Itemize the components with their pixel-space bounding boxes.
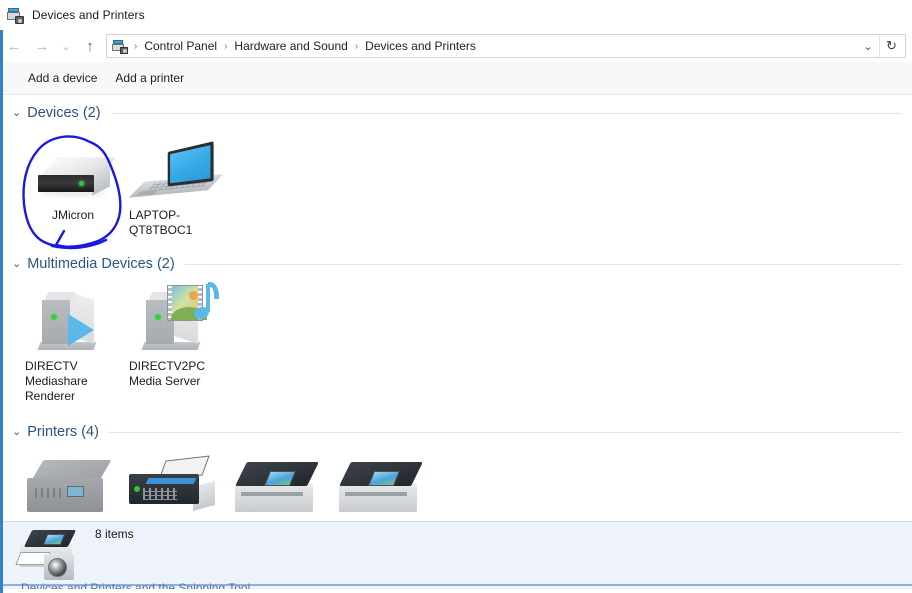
laptop-icon [128, 131, 224, 205]
chevron-down-icon[interactable]: ⌄ [12, 426, 21, 438]
multimedia-tile-row: DIRECTV Mediashare Renderer DIRECTV2PC M… [3, 276, 912, 404]
command-toolbar: Add a device Add a printer [3, 62, 912, 95]
back-button[interactable]: ← [0, 32, 28, 60]
music-note-icon [192, 282, 219, 322]
recent-locations-button[interactable]: ⌄ [56, 32, 76, 60]
status-bar: 8 items Devices and Printers and the Sni… [3, 521, 912, 589]
printer-tile-4[interactable] [333, 452, 437, 512]
printers-tile-row [3, 452, 912, 512]
group-header-multimedia-devices[interactable]: ⌄ Multimedia Devices (2) [3, 252, 912, 276]
play-triangle-icon [68, 314, 94, 346]
multifunction-printer-grey-icon [27, 460, 112, 512]
devices-and-printers-window: Devices and Printers ← → ⌄ ↑ › Control P… [0, 0, 912, 593]
copier-printer-icon [339, 462, 423, 512]
chevron-down-icon[interactable]: ⌄ [857, 35, 879, 57]
printer-tile-2[interactable] [125, 452, 229, 512]
device-list-content: ⌄ Devices (2) JMicron LAPTOP-QT8TBOC1 ⌄ … [3, 95, 912, 521]
chevron-down-icon[interactable]: ⌄ [12, 258, 21, 270]
fax-printer-dark-icon [129, 455, 217, 512]
media-server-icon [134, 282, 220, 356]
group-title-printers: Printers (4) [27, 424, 99, 440]
device-label-directv-mediashare-renderer: DIRECTV Mediashare Renderer [25, 359, 88, 403]
device-label-laptop: LAPTOP-QT8TBOC1 [129, 208, 193, 237]
chevron-down-icon[interactable]: ⌄ [12, 107, 21, 119]
device-label-jmicron: JMicron [51, 208, 94, 222]
forward-button[interactable]: → [28, 32, 56, 60]
printer-tile-1[interactable] [21, 452, 125, 512]
window-title: Devices and Printers [32, 8, 145, 22]
device-tile-directv-mediashare-renderer[interactable]: DIRECTV Mediashare Renderer [21, 276, 125, 404]
device-tile-jmicron[interactable]: JMicron [21, 125, 125, 238]
group-header-devices[interactable]: ⌄ Devices (2) [3, 101, 912, 125]
address-bar[interactable]: › Control Panel › Hardware and Sound › D… [106, 34, 906, 58]
status-bottom-rule [3, 584, 912, 586]
group-header-printers[interactable]: ⌄ Printers (4) [3, 420, 912, 444]
breadcrumb-devices-and-printers[interactable]: Devices and Printers [361, 37, 480, 55]
navigation-bar: ← → ⌄ ↑ › Control Panel › Hardware and S… [0, 30, 912, 62]
breadcrumb-control-panel[interactable]: Control Panel [140, 37, 221, 55]
device-label-directv2pc-media-server: DIRECTV2PC Media Server [129, 359, 206, 388]
group-divider [108, 431, 902, 433]
printer-tile-3[interactable] [229, 452, 333, 512]
group-divider [184, 263, 902, 265]
breadcrumb-printer-camera-icon [112, 39, 128, 54]
add-a-device-button[interactable]: Add a device [19, 66, 106, 90]
device-tile-directv2pc-media-server[interactable]: DIRECTV2PC Media Server [125, 276, 229, 404]
devices-tile-row: JMicron LAPTOP-QT8TBOC1 [3, 125, 912, 238]
printer-camera-icon[interactable] [15, 530, 82, 586]
breadcrumb-separator: › [354, 40, 359, 52]
breadcrumb-separator: › [134, 40, 138, 52]
add-a-printer-button[interactable]: Add a printer [106, 66, 193, 90]
printer-camera-icon [7, 7, 24, 24]
media-renderer-icon [30, 282, 116, 356]
refresh-icon[interactable]: ↻ [879, 35, 903, 57]
group-title-devices: Devices (2) [27, 105, 101, 121]
breadcrumb-separator: › [224, 40, 228, 52]
up-button[interactable]: ↑ [76, 32, 104, 60]
title-bar: Devices and Printers [0, 0, 912, 30]
device-tile-laptop[interactable]: LAPTOP-QT8TBOC1 [125, 125, 229, 238]
external-hard-drive-icon [30, 131, 116, 205]
copier-printer-icon [235, 462, 319, 512]
window-left-edge [0, 30, 3, 593]
group-divider [110, 112, 902, 114]
status-item-count: 8 items [95, 527, 134, 541]
breadcrumb-hardware-and-sound[interactable]: Hardware and Sound [230, 37, 351, 55]
group-title-multimedia-devices: Multimedia Devices (2) [27, 256, 175, 272]
